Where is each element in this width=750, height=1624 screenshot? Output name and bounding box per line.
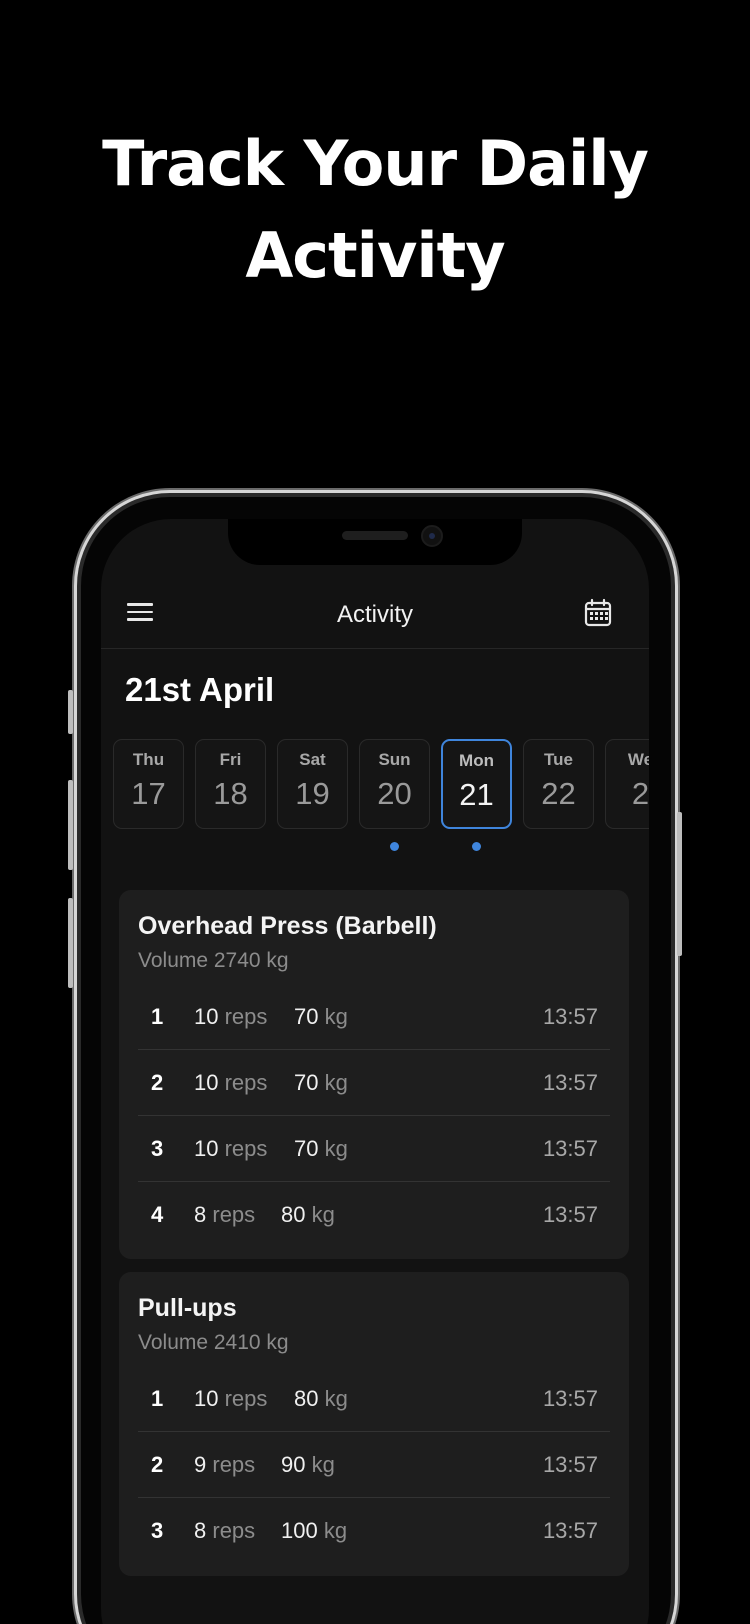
set-reps: 10 reps xyxy=(194,1004,268,1029)
set-weight: 90 kg xyxy=(281,1452,335,1477)
set-row[interactable]: 2 9 reps 90 kg 13:57 xyxy=(138,1432,610,1498)
exercise-title: Pull-ups xyxy=(138,1294,237,1322)
camera-icon xyxy=(421,525,443,547)
set-reps: 10 reps xyxy=(194,1070,268,1095)
set-reps: 8 reps xyxy=(194,1518,256,1543)
promo-headline: Track Your Daily Activity xyxy=(0,118,750,302)
set-number: 3 xyxy=(151,1136,164,1161)
calendar-icon[interactable] xyxy=(583,598,613,628)
set-reps: 8 reps xyxy=(194,1202,256,1227)
set-number: 1 xyxy=(151,1004,164,1029)
set-number: 4 xyxy=(151,1202,164,1227)
app-bar: Activity xyxy=(101,579,649,649)
set-number: 2 xyxy=(151,1070,164,1095)
day-tue[interactable]: Tue 22 xyxy=(523,739,594,829)
day-wed-partial[interactable]: We 2 xyxy=(605,739,649,829)
set-reps: 9 reps xyxy=(194,1452,256,1477)
phone-notch xyxy=(228,519,522,565)
phone-screen: Activity 21st April Thu 17 Fri 18 Sat 19… xyxy=(101,519,649,1624)
set-time: 13:57 xyxy=(542,1202,598,1227)
selected-date-title: 21st April xyxy=(125,671,275,708)
set-time: 13:57 xyxy=(542,1004,598,1029)
set-reps: 10 reps xyxy=(194,1386,268,1411)
set-reps: 10 reps xyxy=(194,1136,268,1161)
set-row[interactable]: 2 10 reps 70 kg 13:57 xyxy=(138,1050,610,1116)
set-time: 13:57 xyxy=(542,1386,598,1411)
set-number: 1 xyxy=(151,1386,164,1411)
set-row[interactable]: 4 8 reps 80 kg 13:57 xyxy=(138,1182,610,1248)
set-weight: 80 kg xyxy=(294,1386,348,1411)
page-title: Activity xyxy=(336,601,413,628)
set-weight: 100 kg xyxy=(281,1518,348,1543)
exercise-card[interactable]: Pull-ups Volume 2410 kg 1 10 reps 80 kg … xyxy=(119,1272,629,1576)
day-fri[interactable]: Fri 18 xyxy=(195,739,266,829)
set-list: 1 10 reps 70 kg 13:57 2 10 reps 70 kg 13… xyxy=(138,984,610,1248)
set-weight: 70 kg xyxy=(294,1004,348,1029)
set-row[interactable]: 3 8 reps 100 kg 13:57 xyxy=(138,1498,610,1564)
day-selector: Thu 17 Fri 18 Sat 19 Sun 20 Mon 21 Tue 2… xyxy=(113,739,649,851)
day-thu[interactable]: Thu 17 xyxy=(113,739,184,829)
phone-side-button xyxy=(677,812,682,956)
phone-side-button xyxy=(68,690,73,734)
set-weight: 70 kg xyxy=(294,1136,348,1161)
set-number: 3 xyxy=(151,1518,164,1543)
set-row[interactable]: 1 10 reps 80 kg 13:57 xyxy=(138,1366,610,1432)
headline-line-1: Track Your Daily xyxy=(102,127,649,200)
set-time: 13:57 xyxy=(542,1070,598,1095)
set-time: 13:57 xyxy=(542,1518,598,1543)
phone-side-button xyxy=(68,898,73,988)
exercise-volume: Volume 2740 kg xyxy=(138,949,289,972)
day-sun[interactable]: Sun 20 xyxy=(359,739,430,829)
set-time: 13:57 xyxy=(542,1452,598,1477)
set-list: 1 10 reps 80 kg 13:57 2 9 reps 90 kg 13:… xyxy=(138,1366,610,1564)
activity-dot xyxy=(390,842,399,851)
headline-line-2: Activity xyxy=(245,219,505,292)
exercise-title: Overhead Press (Barbell) xyxy=(138,912,437,940)
day-sat[interactable]: Sat 19 xyxy=(277,739,348,829)
exercise-card[interactable]: Overhead Press (Barbell) Volume 2740 kg … xyxy=(119,890,629,1259)
set-row[interactable]: 3 10 reps 70 kg 13:57 xyxy=(138,1116,610,1182)
set-weight: 80 kg xyxy=(281,1202,335,1227)
activity-dot xyxy=(472,842,481,851)
set-weight: 70 kg xyxy=(294,1070,348,1095)
day-mon-selected[interactable]: Mon 21 xyxy=(441,739,512,829)
set-row[interactable]: 1 10 reps 70 kg 13:57 xyxy=(138,984,610,1050)
set-time: 13:57 xyxy=(542,1136,598,1161)
phone-side-button xyxy=(68,780,73,870)
set-number: 2 xyxy=(151,1452,164,1477)
exercise-volume: Volume 2410 kg xyxy=(138,1331,289,1354)
speaker-grille xyxy=(342,531,408,540)
